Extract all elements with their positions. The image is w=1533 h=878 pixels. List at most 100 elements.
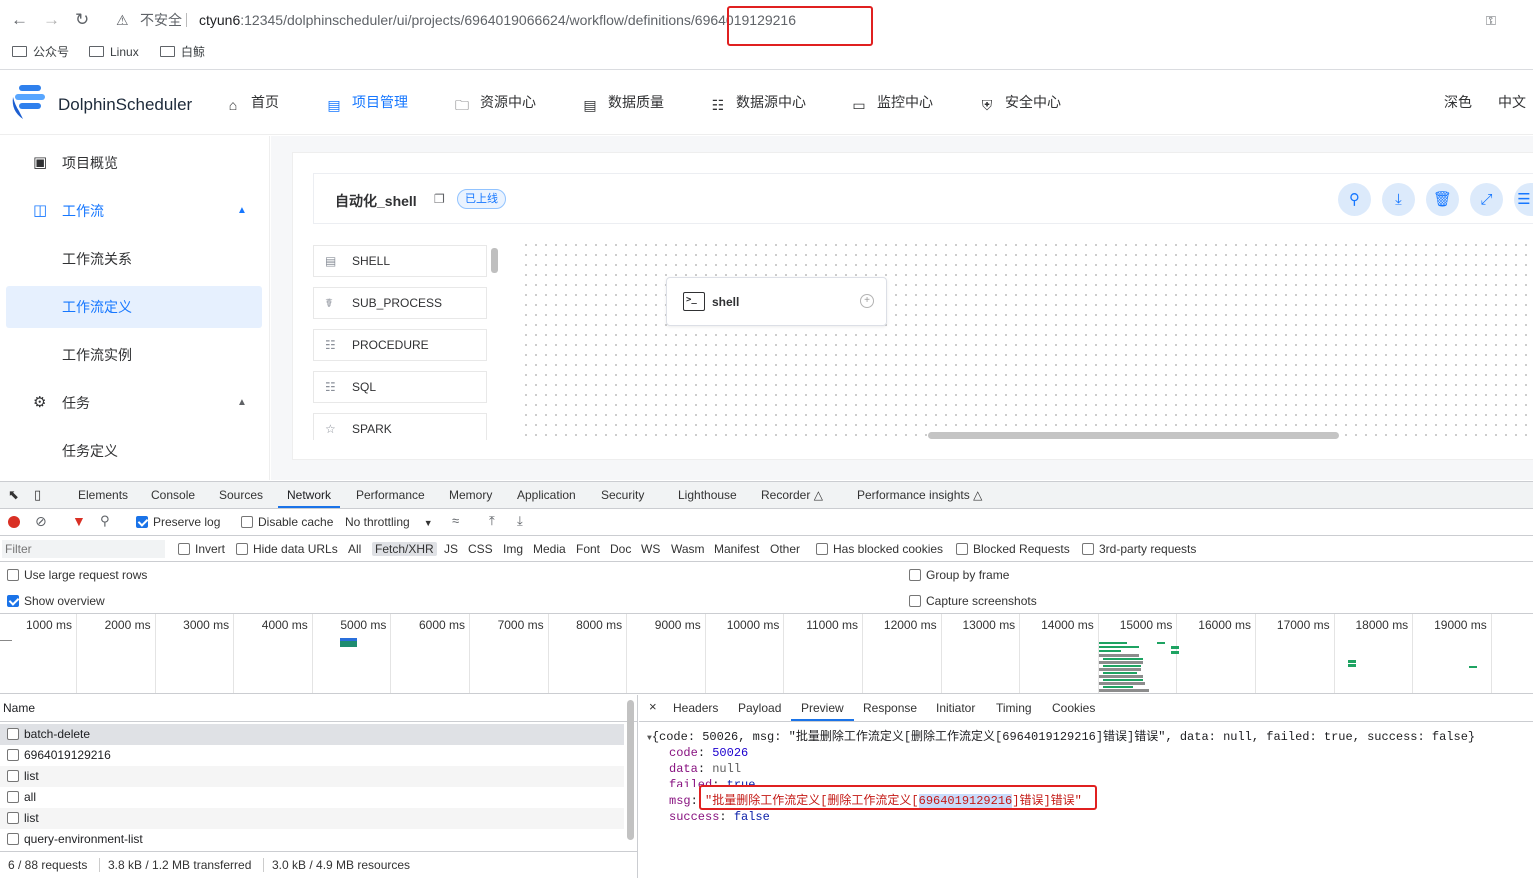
nav-home[interactable]: ⌂ 首页 [225,93,279,113]
group-by-frame-checkbox[interactable]: Group by frame [909,568,1009,582]
task-type-item[interactable]: ☷ SQL [313,371,487,403]
language-toggle[interactable]: 中文 [1498,93,1526,111]
tab-preview[interactable]: Preview [801,701,844,715]
type-filter-img[interactable]: Img [503,542,523,556]
tab-payload[interactable]: Payload [738,701,781,715]
copy-icon[interactable]: ❐ [434,192,445,206]
forward-icon[interactable]: → [43,10,60,30]
task-type-item[interactable]: ☤ SUB_PROCESS [313,287,487,319]
sidebar-item-task[interactable]: ⚙ 任务 ▲ [0,382,269,424]
preserve-log-checkbox[interactable]: Preserve log [136,515,220,529]
device-toggle-icon[interactable]: ▯ [34,487,41,503]
type-filter-manifest[interactable]: Manifest [714,542,759,556]
invert-checkbox[interactable]: Invert [178,542,225,556]
has-blocked-cookies-checkbox[interactable]: Has blocked cookies [816,542,943,556]
tab-timing[interactable]: Timing [996,701,1032,715]
type-filter-css[interactable]: CSS [468,542,493,556]
type-filter-doc[interactable]: Doc [610,542,631,556]
tab-performance-insights[interactable]: Performance insights △ [857,488,982,502]
nav-monitor[interactable]: ▭ 监控中心 [851,93,933,113]
tab-headers[interactable]: Headers [673,701,718,715]
task-palette-scrollbar[interactable] [491,248,498,273]
hide-data-urls-checkbox[interactable]: Hide data URLs [236,542,338,556]
capture-screenshots-checkbox[interactable]: Capture screenshots [909,594,1037,608]
network-overview-timeline[interactable]: 1000 ms 2000 ms 3000 ms 4000 ms 5000 ms 6000 … [0,614,1533,694]
filter-input[interactable] [2,540,165,558]
name-column-header[interactable]: Name [0,695,638,722]
back-icon[interactable]: ← [11,10,28,30]
type-filter-all[interactable]: All [348,542,361,556]
record-button[interactable] [8,516,20,528]
nav-project[interactable]: ▤ 项目管理 [326,93,408,113]
type-filter-other[interactable]: Other [770,542,800,556]
request-row[interactable]: batch-delete [0,724,624,745]
add-icon[interactable]: + [860,294,874,308]
nav-datasource[interactable]: ☷ 数据源中心 [710,93,806,113]
bookmark-item[interactable]: Linux [89,44,139,60]
task-type-item[interactable]: ☆ SPARK [313,413,487,440]
request-row[interactable]: query-environment-list [0,829,624,850]
format-button[interactable]: ☰ [1514,183,1533,216]
show-overview-checkbox[interactable]: Show overview [7,594,105,608]
request-list-scrollbar[interactable] [627,700,634,840]
tab-memory[interactable]: Memory [449,488,492,502]
download-button[interactable]: ⤓ [1382,183,1415,216]
large-rows-checkbox[interactable]: Use large request rows [7,568,147,582]
fullscreen-button[interactable]: ⤢ [1470,183,1503,216]
type-filter-wasm[interactable]: Wasm [671,542,705,556]
delete-button[interactable]: 🗑 [1426,183,1459,216]
tab-response[interactable]: Response [863,701,917,715]
json-root[interactable]: ▼{code: 50026, msg: "批量删除工作流定义[删除工作流定义[6… [647,729,1475,747]
sidebar-item-overview[interactable]: ▣ 项目概览 [0,142,269,184]
request-row[interactable]: 6964019129216 [0,745,624,766]
tab-elements[interactable]: Elements [78,488,128,502]
tab-console[interactable]: Console [151,488,195,502]
clear-icon[interactable]: ⊘ [35,513,47,530]
tab-lighthouse[interactable]: Lighthouse [678,488,737,502]
task-type-item[interactable]: ☷ PROCEDURE [313,329,487,361]
request-row[interactable]: list [0,766,624,787]
tab-cookies[interactable]: Cookies [1052,701,1095,715]
type-filter-media[interactable]: Media [533,542,566,556]
tab-initiator[interactable]: Initiator [936,701,975,715]
nav-data-quality[interactable]: ▤ 数据质量 [582,93,664,113]
tab-security[interactable]: Security [601,488,644,502]
search-icon[interactable]: ⚲ [100,513,110,529]
nav-resource[interactable]: 🗀 资源中心 [454,93,536,113]
sidebar-item-workflow-instance[interactable]: 工作流实例 [0,334,269,376]
reload-icon[interactable]: ↻ [75,10,89,30]
type-filter-ws[interactable]: WS [641,542,660,556]
sidebar-item-workflow-definition[interactable]: 工作流定义 [6,286,262,328]
sidebar-item-workflow-relation[interactable]: 工作流关系 [0,238,269,280]
blocked-requests-checkbox[interactable]: Blocked Requests [956,542,1070,556]
tab-recorder[interactable]: Recorder △ [761,488,823,502]
task-type-item[interactable]: ▤ SHELL [313,245,487,277]
canvas-scrollbar[interactable] [928,432,1339,439]
tab-performance[interactable]: Performance [356,488,425,502]
sidebar-item-workflow[interactable]: ◫ 工作流 ▲ [0,190,269,232]
key-icon[interactable]: ⚿ [1486,11,1496,31]
inspect-icon[interactable]: ⬉ [8,487,19,503]
search-button[interactable]: ⚲ [1338,183,1371,216]
tab-application[interactable]: Application [517,488,576,502]
download-icon[interactable]: ⤓ [517,513,523,529]
type-filter-fetch-xhr[interactable]: Fetch/XHR [372,542,437,556]
type-filter-js[interactable]: JS [444,542,458,556]
sidebar-item-task-definition[interactable]: 任务定义 [0,430,269,472]
network-conditions-icon[interactable]: ≈ [452,513,459,528]
tab-sources[interactable]: Sources [219,488,263,502]
upload-icon[interactable]: ⤒ [489,513,495,529]
tab-network[interactable]: Network [287,488,331,502]
throttling-select[interactable]: No throttling ▼ [345,515,433,529]
filter-icon[interactable]: ▼ [72,513,86,529]
request-row[interactable]: all [0,787,624,808]
bookmark-item[interactable]: 白鲸 [160,44,205,60]
disable-cache-checkbox[interactable]: Disable cache [241,515,333,529]
close-icon[interactable]: × [649,699,657,714]
third-party-checkbox[interactable]: 3rd-party requests [1082,542,1196,556]
request-row[interactable]: list [0,808,624,829]
theme-toggle[interactable]: 深色 [1444,93,1472,111]
type-filter-font[interactable]: Font [576,542,600,556]
dag-canvas[interactable] [521,240,1533,440]
nav-security[interactable]: ⛨ 安全中心 [979,93,1061,113]
